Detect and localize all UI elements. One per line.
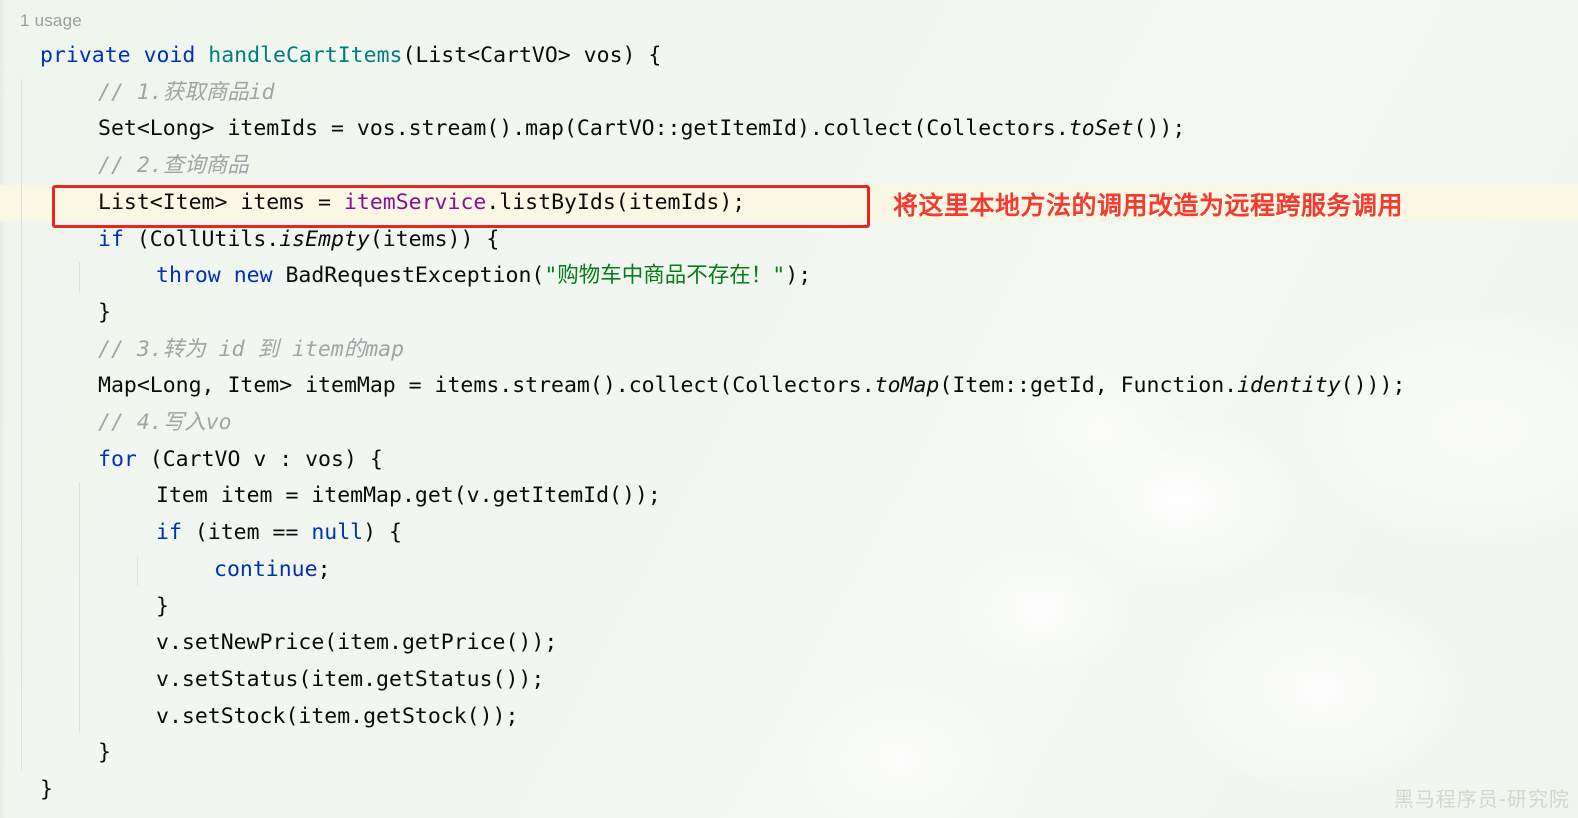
code-token: (item == — [181, 520, 312, 546]
code-line-content: continue; — [20, 552, 331, 589]
code-line-content: } — [20, 772, 53, 809]
code-token: ; — [317, 556, 331, 582]
code-token: toMap — [874, 373, 940, 399]
code-line-content: Map<Long, Item> itemMap = items.stream()… — [20, 368, 1405, 405]
code-token: handleCartItems — [208, 43, 403, 68]
watermark-label: 黑马程序员-研究院 — [1393, 787, 1570, 811]
code-token: List<Item> items = — [98, 189, 344, 215]
code-line-content: Set<Long> itemIds = vos.stream().map(Car… — [20, 111, 1185, 148]
code-token: (Item::getId, Function. — [939, 373, 1238, 399]
line-if-null[interactable]: if (item == null) { — [0, 515, 1578, 552]
code-token: v.setStock(item.getStock()); — [156, 703, 519, 729]
code-line-content: v.setStock(item.getStock()); — [20, 699, 518, 736]
code-token: } — [40, 777, 53, 802]
code-token: isEmpty — [279, 226, 370, 252]
code-token: itemService — [343, 189, 487, 215]
line-method-signature[interactable]: private void handleCartItems(List<CartVO… — [0, 38, 1578, 75]
line-item-get[interactable]: Item item = itemMap.get(v.getItemId()); — [0, 478, 1578, 515]
code-editor-canvas: 1 usage private void handleCartItems(Lis… — [0, 0, 1578, 818]
indent-guide-line — [79, 262, 80, 293]
code-token: v.setNewPrice(item.getPrice()); — [156, 630, 558, 656]
indent-guide-line — [137, 555, 138, 587]
code-token: v.setStatus(item.getStatus()); — [156, 666, 545, 692]
code-token: (CollUtils. — [123, 226, 280, 252]
indent-guide-line — [79, 482, 80, 734]
code-token: if — [156, 520, 182, 546]
code-token: } — [156, 593, 169, 619]
code-line-content: v.setStatus(item.getStatus()); — [20, 662, 544, 699]
code-line-content: } — [20, 589, 169, 626]
line-for[interactable]: for (CartVO v : vos) { — [0, 442, 1578, 479]
annotation-text: 将这里本地方法的调用改造为远程跨服务调用 — [893, 191, 1404, 220]
code-token: Map<Long, Item> itemMap = items.stream()… — [98, 373, 875, 399]
code-token: continue — [214, 556, 318, 582]
code-line-content: if (item == null) { — [20, 515, 402, 552]
line-throw[interactable]: throw new BadRequestException("购物车中商品不存在… — [0, 258, 1578, 295]
usage-count-label[interactable]: 1 usage — [20, 10, 82, 32]
code-token: identity — [1237, 373, 1341, 399]
code-token: ) { — [363, 520, 402, 546]
code-token: (items)) { — [369, 226, 500, 252]
code-token: (List<CartVO> vos) { — [402, 43, 662, 68]
code-token: ()); — [1133, 116, 1186, 142]
code-line-content: } — [20, 295, 111, 332]
line-comment-1[interactable]: // 1.获取商品id — [0, 75, 1578, 112]
line-comment-2[interactable]: // 2.查询商品 — [0, 148, 1578, 185]
code-token: BadRequestException( — [272, 263, 545, 289]
code-line-content: Item item = itemMap.get(v.getItemId()); — [20, 478, 661, 515]
line-comment-3[interactable]: // 3.转为 id 到 item的map — [0, 332, 1578, 369]
code-token: for — [98, 446, 137, 472]
code-token: toSet — [1068, 116, 1134, 142]
code-line-content: throw new BadRequestException("购物车中商品不存在… — [20, 258, 811, 295]
line-close-method[interactable]: } — [0, 772, 1578, 809]
line-item-map[interactable]: Map<Long, Item> itemMap = items.stream()… — [0, 368, 1578, 405]
code-token: if — [98, 226, 124, 252]
code-token: ); — [785, 263, 812, 289]
code-token: .listByIds(itemIds); — [486, 189, 746, 215]
code-token: void — [143, 43, 196, 68]
code-token: // 4.写入vo — [98, 410, 232, 435]
code-line-content: // 1.获取商品id — [20, 75, 275, 112]
line-comment-4[interactable]: // 4.写入vo — [0, 405, 1578, 442]
code-line-content: private void handleCartItems(List<CartVO… — [20, 38, 661, 75]
code-token: Set<Long> itemIds = vos.stream().map(Car… — [98, 116, 1069, 142]
code-line-content: for (CartVO v : vos) { — [20, 442, 383, 479]
code-line-content: if (CollUtils.isEmpty(items)) { — [20, 222, 499, 259]
code-token: Item item = itemMap.get(v.getItemId()); — [156, 483, 661, 509]
code-token: // 3.转为 id 到 item的map — [98, 336, 405, 362]
code-line-content: // 3.转为 id 到 item的map — [20, 332, 404, 369]
code-token: // 2.查询商品 — [98, 153, 249, 179]
code-line-content: List<Item> items = itemService.listByIds… — [20, 185, 745, 222]
code-token: new — [233, 263, 273, 289]
line-close-for[interactable]: } — [0, 735, 1578, 772]
code-token: } — [98, 299, 111, 325]
line-continue[interactable]: continue; — [0, 552, 1578, 589]
code-line-content: } — [20, 735, 111, 772]
code-token: throw — [156, 263, 221, 289]
code-token: // 1.获取商品id — [98, 79, 275, 105]
line-set-new-price[interactable]: v.setNewPrice(item.getPrice()); — [0, 625, 1578, 662]
line-item-ids[interactable]: Set<Long> itemIds = vos.stream().map(Car… — [0, 111, 1578, 148]
code-token: (CartVO v : vos) { — [136, 446, 383, 472]
code-line-content: // 4.写入vo — [20, 405, 232, 442]
code-token: private — [40, 43, 131, 68]
indent-guide-line — [21, 78, 22, 770]
code-token: null — [311, 520, 364, 546]
code-line-content: v.setNewPrice(item.getPrice()); — [20, 625, 557, 662]
line-if-empty[interactable]: if (CollUtils.isEmpty(items)) { — [0, 222, 1578, 259]
line-close-if-null[interactable]: } — [0, 589, 1578, 626]
code-token: "购物车中商品不存在！" — [544, 263, 786, 289]
code-token: ())); — [1340, 373, 1406, 399]
code-line-content: // 2.查询商品 — [20, 148, 249, 185]
code-token: } — [98, 740, 111, 766]
line-close-if[interactable]: } — [0, 295, 1578, 332]
line-set-status[interactable]: v.setStatus(item.getStatus()); — [0, 662, 1578, 699]
line-set-stock[interactable]: v.setStock(item.getStock()); — [0, 699, 1578, 736]
